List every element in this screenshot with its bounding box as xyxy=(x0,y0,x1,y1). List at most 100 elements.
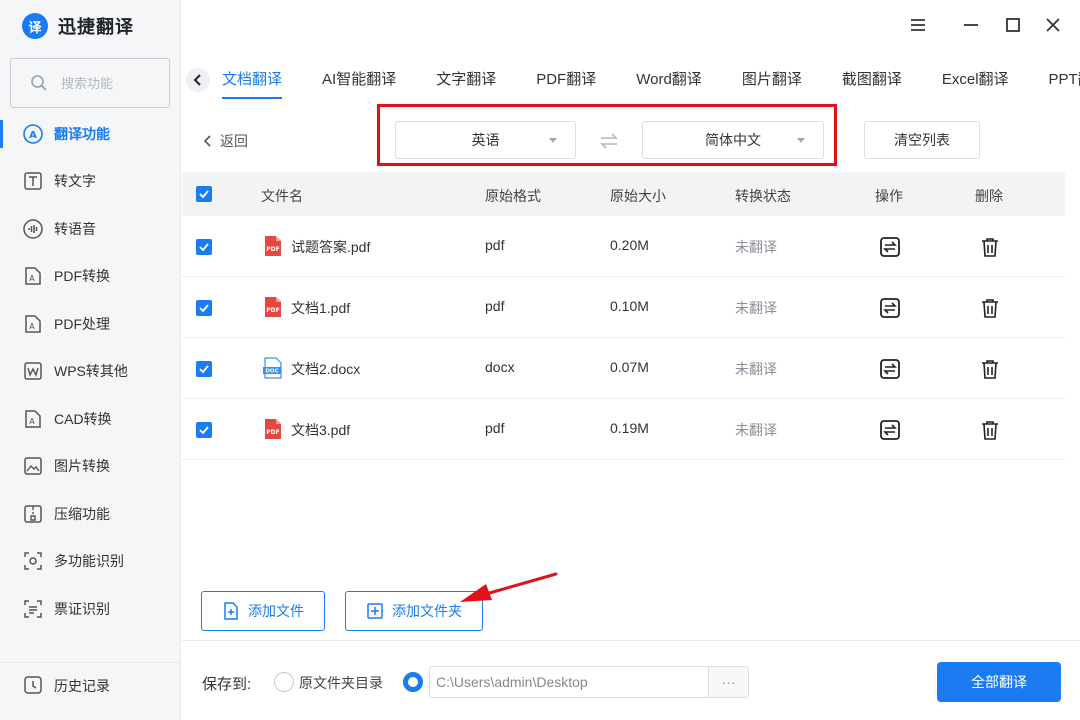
docx-file-icon: DOC xyxy=(263,357,282,379)
history-icon xyxy=(22,674,44,699)
compress-icon xyxy=(22,503,44,525)
close-button[interactable] xyxy=(1042,14,1064,36)
table-row: PDF 文档3.pdf pdf 0.19M 未翻译 xyxy=(182,399,1065,460)
text-convert-icon xyxy=(22,170,44,192)
maximize-button[interactable] xyxy=(1002,14,1024,36)
sidebar-item-recognize[interactable]: 多功能识别 xyxy=(0,538,180,586)
tab-excel-translate[interactable]: Excel翻译 xyxy=(942,60,1009,100)
file-name: 文档3.pdf xyxy=(291,422,351,438)
recognize-icon xyxy=(22,550,44,572)
chevron-left-icon xyxy=(203,135,211,147)
tab-ppt-translate[interactable]: PPT翻译 xyxy=(1049,60,1080,100)
search-icon xyxy=(31,75,47,91)
row-checkbox[interactable] xyxy=(196,361,212,377)
menu-icon xyxy=(911,19,925,31)
footer-bar: 保存到: 原文件夹目录 ··· 全部翻译 xyxy=(182,640,1080,720)
translate-icon: A xyxy=(22,123,44,145)
file-format: docx xyxy=(485,359,515,375)
sidebar-item-text-convert[interactable]: 转文字 xyxy=(0,158,180,206)
save-to-label: 保存到: xyxy=(202,676,252,693)
svg-text:PDF: PDF xyxy=(266,246,279,253)
wps-icon xyxy=(22,360,44,382)
image-convert-icon xyxy=(22,455,44,477)
table-row: DOC 文档2.docx docx 0.07M 未翻译 xyxy=(182,338,1065,399)
search-input[interactable] xyxy=(61,75,161,91)
translate-action-icon[interactable] xyxy=(879,358,901,380)
translate-all-button[interactable]: 全部翻译 xyxy=(937,662,1061,702)
pdf-convert-icon: A xyxy=(22,265,44,287)
svg-text:PDF: PDF xyxy=(266,429,279,436)
add-file-button[interactable]: 添加文件 xyxy=(201,591,325,631)
sidebar-item-pdf-process[interactable]: A PDF处理 xyxy=(0,300,180,348)
tab-pdf-translate[interactable]: PDF翻译 xyxy=(536,60,596,100)
sidebar-item-pdf-convert[interactable]: A PDF转换 xyxy=(0,253,180,301)
tab-doc-translate[interactable]: 文档翻译 xyxy=(222,60,283,100)
header-format: 原始格式 xyxy=(485,188,541,204)
back-link[interactable]: 返回 xyxy=(202,131,248,151)
app-title: 迅捷翻译 xyxy=(58,17,134,37)
add-folder-label: 添加文件夹 xyxy=(392,603,462,619)
select-all-checkbox[interactable] xyxy=(196,186,212,202)
minimize-button[interactable] xyxy=(960,14,982,36)
header-action: 操作 xyxy=(875,188,903,204)
voice-icon xyxy=(22,218,44,240)
sidebar-item-voice[interactable]: 转语音 xyxy=(0,205,180,253)
history-label: 历史记录 xyxy=(54,678,110,694)
file-name: 文档1.pdf xyxy=(291,300,351,316)
sidebar-item-label: 翻译功能 xyxy=(54,125,110,142)
trash-icon[interactable] xyxy=(979,358,1001,380)
tab-screenshot-translate[interactable]: 截图翻译 xyxy=(842,60,902,100)
table-header: 文件名 原始格式 原始大小 转换状态 操作 删除 xyxy=(182,172,1065,216)
file-format: pdf xyxy=(485,298,505,314)
svg-text:DOC: DOC xyxy=(265,369,278,375)
tab-image-translate[interactable]: 图片翻译 xyxy=(742,60,802,100)
browse-button[interactable]: ··· xyxy=(708,666,749,698)
sidebar-item-translate[interactable]: A 翻译功能 xyxy=(0,110,180,158)
sidebar: 译 迅捷翻译 A 翻译功能 转文字 转语音 A PDF转换 A PDF处理 WP… xyxy=(0,0,181,720)
app-logo: 译 迅捷翻译 xyxy=(22,12,134,40)
close-icon xyxy=(1046,18,1060,32)
file-status: 未翻译 xyxy=(735,239,777,255)
translate-action-icon[interactable] xyxy=(879,419,901,441)
svg-text:PDF: PDF xyxy=(266,307,279,314)
save-path-input[interactable] xyxy=(429,666,709,698)
feature-tabs: 文档翻译 AI智能翻译 文字翻译 PDF翻译 Word翻译 图片翻译 截图翻译 … xyxy=(222,60,1080,100)
table-row: PDF 试题答案.pdf pdf 0.20M 未翻译 xyxy=(182,216,1065,277)
tab-ai-translate[interactable]: AI智能翻译 xyxy=(322,60,396,100)
translate-action-icon[interactable] xyxy=(879,297,901,319)
trash-icon[interactable] xyxy=(979,419,1001,441)
trash-icon[interactable] xyxy=(979,236,1001,258)
custom-path-radio[interactable] xyxy=(403,672,423,692)
ticket-icon xyxy=(22,598,44,620)
tab-text-translate[interactable]: 文字翻译 xyxy=(436,60,496,100)
logo-icon: 译 xyxy=(22,13,48,39)
menu-button[interactable] xyxy=(907,14,929,36)
sidebar-item-cad[interactable]: A CAD转换 xyxy=(0,395,180,443)
trash-icon[interactable] xyxy=(979,297,1001,319)
original-folder-radio[interactable] xyxy=(274,672,294,692)
clear-list-button[interactable]: 清空列表 xyxy=(864,121,980,159)
svg-text:A: A xyxy=(29,274,35,283)
row-checkbox[interactable] xyxy=(196,422,212,438)
sidebar-item-label: 压缩功能 xyxy=(54,505,110,522)
tabs-scroll-left-button[interactable] xyxy=(186,68,210,92)
sidebar-item-wps[interactable]: WPS转其他 xyxy=(0,348,180,396)
sidebar-item-ticket[interactable]: 票证识别 xyxy=(0,585,180,633)
pdf-file-icon: PDF xyxy=(265,419,281,439)
sidebar-item-image-convert[interactable]: 图片转换 xyxy=(0,443,180,491)
search-box[interactable] xyxy=(10,58,170,108)
check-icon xyxy=(199,190,209,199)
row-checkbox[interactable] xyxy=(196,239,212,255)
svg-text:A: A xyxy=(29,130,37,141)
sidebar-item-compress[interactable]: 压缩功能 xyxy=(0,490,180,538)
svg-text:A: A xyxy=(29,417,35,426)
minimize-icon xyxy=(964,24,978,26)
row-checkbox[interactable] xyxy=(196,300,212,316)
header-size: 原始大小 xyxy=(610,188,666,204)
tab-word-translate[interactable]: Word翻译 xyxy=(636,60,702,100)
sidebar-item-history[interactable]: 历史记录 xyxy=(0,662,180,709)
translate-action-icon[interactable] xyxy=(879,236,901,258)
file-size: 0.10M xyxy=(610,298,649,314)
sidebar-item-label: PDF转换 xyxy=(54,268,110,285)
file-status: 未翻译 xyxy=(735,300,777,316)
